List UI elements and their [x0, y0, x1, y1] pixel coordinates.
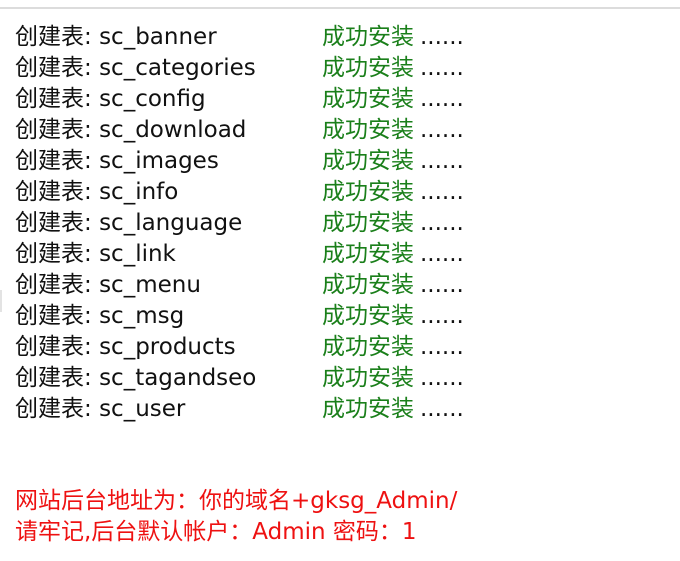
- top-divider: [0, 7, 680, 9]
- status-success: 成功安装: [322, 365, 414, 391]
- status-dots: ......: [420, 396, 464, 422]
- status-success: 成功安装: [322, 210, 414, 236]
- status-success: 成功安装: [322, 86, 414, 112]
- table-name: sc_menu: [99, 272, 201, 298]
- log-row: 创建表: sc_info 成功安装......: [15, 177, 655, 208]
- install-status: 成功安装......: [322, 332, 464, 363]
- log-prefix: 创建表:: [15, 24, 100, 50]
- log-row: 创建表: sc_config 成功安装......: [15, 84, 655, 115]
- install-log: 创建表: sc_banner 成功安装...... 创建表: sc_catego…: [15, 22, 655, 425]
- install-status: 成功安装......: [322, 239, 464, 270]
- install-status: 成功安装......: [322, 208, 464, 239]
- log-row: 创建表: sc_user 成功安装......: [15, 394, 655, 425]
- status-dots: ......: [420, 55, 464, 81]
- status-success: 成功安装: [322, 272, 414, 298]
- install-status: 成功安装......: [322, 301, 464, 332]
- log-row: 创建表: sc_msg 成功安装......: [15, 301, 655, 332]
- log-row: 创建表: sc_menu 成功安装......: [15, 270, 655, 301]
- table-name: sc_banner: [99, 24, 217, 50]
- install-status: 成功安装......: [322, 146, 464, 177]
- status-dots: ......: [420, 365, 464, 391]
- log-prefix: 创建表:: [15, 179, 100, 205]
- status-success: 成功安装: [322, 55, 414, 81]
- log-prefix: 创建表:: [15, 303, 100, 329]
- log-prefix: 创建表:: [15, 86, 100, 112]
- log-row: 创建表: sc_banner 成功安装......: [15, 22, 655, 53]
- log-row: 创建表: sc_language 成功安装......: [15, 208, 655, 239]
- status-success: 成功安装: [322, 148, 414, 174]
- table-name: sc_categories: [99, 55, 256, 81]
- status-dots: ......: [420, 24, 464, 50]
- table-name: sc_config: [99, 86, 206, 112]
- log-prefix: 创建表:: [15, 117, 100, 143]
- status-success: 成功安装: [322, 303, 414, 329]
- log-prefix: 创建表:: [15, 241, 100, 267]
- status-dots: ......: [420, 303, 464, 329]
- install-status: 成功安装......: [322, 115, 464, 146]
- status-dots: ......: [420, 86, 464, 112]
- status-success: 成功安装: [322, 334, 414, 360]
- log-prefix: 创建表:: [15, 148, 100, 174]
- table-name: sc_link: [99, 241, 176, 267]
- table-name: sc_download: [99, 117, 247, 143]
- install-status: 成功安装......: [322, 363, 464, 394]
- log-prefix: 创建表:: [15, 210, 100, 236]
- table-name: sc_images: [99, 148, 219, 174]
- install-status: 成功安装......: [322, 53, 464, 84]
- install-status: 成功安装......: [322, 394, 464, 425]
- log-prefix: 创建表:: [15, 334, 100, 360]
- log-row: 创建表: sc_images 成功安装......: [15, 146, 655, 177]
- table-name: sc_user: [99, 396, 186, 422]
- admin-url-message: 网站后台地址为：你的域名+gksg_Admin/: [15, 488, 458, 514]
- install-status: 成功安装......: [322, 177, 464, 208]
- status-success: 成功安装: [322, 24, 414, 50]
- log-row: 创建表: sc_download 成功安装......: [15, 115, 655, 146]
- table-name: sc_msg: [99, 303, 185, 329]
- install-status: 成功安装......: [322, 270, 464, 301]
- log-row: 创建表: sc_products 成功安装......: [15, 332, 655, 363]
- status-dots: ......: [420, 179, 464, 205]
- table-name: sc_products: [99, 334, 236, 360]
- admin-credentials-message: 请牢记,后台默认帐户：Admin 密码：1: [15, 519, 417, 545]
- log-row: 创建表: sc_tagandseo 成功安装......: [15, 363, 655, 394]
- status-dots: ......: [420, 241, 464, 267]
- status-dots: ......: [420, 272, 464, 298]
- log-prefix: 创建表:: [15, 396, 100, 422]
- admin-notice: 网站后台地址为：你的域名+gksg_Admin/ 请牢记,后台默认帐户：Admi…: [15, 486, 665, 548]
- status-dots: ......: [420, 210, 464, 236]
- log-row: 创建表: sc_link 成功安装......: [15, 239, 655, 270]
- log-prefix: 创建表:: [15, 365, 100, 391]
- status-success: 成功安装: [322, 179, 414, 205]
- status-success: 成功安装: [322, 396, 414, 422]
- status-dots: ......: [420, 148, 464, 174]
- log-prefix: 创建表:: [15, 272, 100, 298]
- status-success: 成功安装: [322, 241, 414, 267]
- status-success: 成功安装: [322, 117, 414, 143]
- left-edge-marker: [0, 290, 2, 312]
- install-status: 成功安装......: [322, 84, 464, 115]
- table-name: sc_info: [99, 179, 179, 205]
- table-name: sc_language: [99, 210, 243, 236]
- status-dots: ......: [420, 117, 464, 143]
- status-dots: ......: [420, 334, 464, 360]
- table-name: sc_tagandseo: [99, 365, 257, 391]
- log-prefix: 创建表:: [15, 55, 100, 81]
- log-row: 创建表: sc_categories 成功安装......: [15, 53, 655, 84]
- install-status: 成功安装......: [322, 22, 464, 53]
